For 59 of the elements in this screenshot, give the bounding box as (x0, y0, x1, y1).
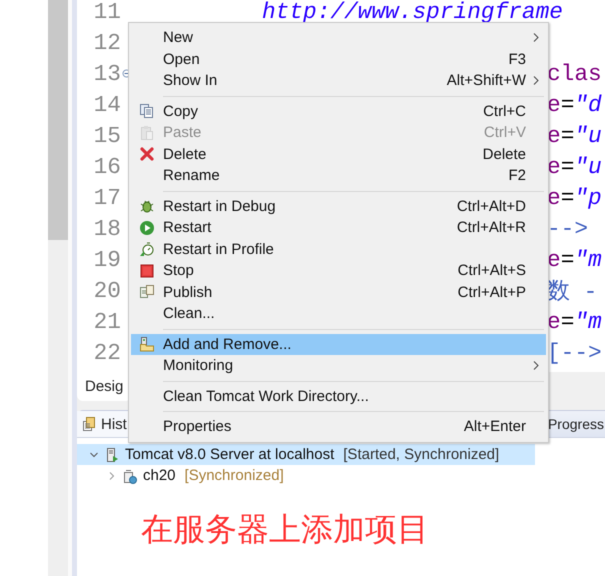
menu-item[interactable]: Restart Ctrl+Alt+R (131, 217, 546, 238)
menu-item[interactable]: Properties Alt+Enter (131, 416, 546, 438)
expand-chevron-icon[interactable] (107, 470, 117, 480)
code-text: clas (547, 60, 602, 86)
line-number: 13 (92, 60, 121, 86)
line-number: 20 (92, 278, 121, 304)
menu-item[interactable]: Restart in Debug Ctrl+Alt+D (131, 196, 546, 217)
line-number: 17 (92, 184, 121, 210)
menu-item[interactable]: Publish Ctrl+Alt+P (131, 282, 546, 303)
code-text: e="u (547, 154, 602, 180)
clipboard-icon (139, 124, 155, 141)
code-text: http://www.springframe (262, 0, 563, 24)
line-number: 16 (92, 154, 121, 180)
scrollbar[interactable] (48, 0, 68, 576)
line-number: 15 (92, 122, 121, 148)
menu-item[interactable]: Copy Ctrl+C (131, 100, 546, 122)
menu-item[interactable]: Add and Remove... (131, 334, 546, 355)
tree-item[interactable]: Tomcat v8.0 Server at localhost [Started, Synchronized] (77, 444, 535, 465)
scrollbar-thumb[interactable] (48, 0, 68, 240)
menu-item[interactable]: Stop Ctrl+Alt+S (131, 260, 546, 282)
annotation-text: 在服务器上添加项目 (141, 510, 430, 549)
line-number: 14 (92, 92, 121, 118)
collapse-chevron-icon[interactable] (89, 450, 99, 460)
menu-item[interactable]: Restart in Profile (131, 238, 546, 260)
play-icon (139, 220, 155, 236)
history-icon (81, 416, 97, 432)
server-icon (104, 446, 120, 462)
menu-item[interactable]: Delete Delete (131, 144, 546, 165)
menu-item[interactable]: Clean Tomcat Work Directory... (131, 386, 546, 407)
line-number: 21 (92, 308, 121, 334)
line-number: 19 (92, 246, 121, 272)
menu-item[interactable]: Show In Alt+Shift+W (131, 70, 546, 92)
stop-icon (139, 262, 155, 279)
view-tab[interactable]: Progress (548, 411, 605, 437)
code-text: e="p (547, 184, 602, 210)
code-text: e="d (547, 92, 602, 118)
bug-icon (139, 198, 155, 214)
menu-item[interactable]: Open F3 (131, 48, 546, 70)
code-text: 数 - (547, 279, 598, 305)
line-number: 11 (92, 0, 121, 24)
publish-icon (139, 284, 155, 300)
menu-item[interactable]: Monitoring (131, 355, 546, 376)
code-text: e="m (547, 246, 602, 272)
menu-item[interactable]: Rename F2 (131, 165, 546, 186)
line-number: 12 (92, 30, 121, 56)
line-number: 18 (92, 216, 121, 242)
stopwatch-icon (139, 241, 155, 258)
code-text: --> (547, 216, 588, 242)
menu-item[interactable]: New (131, 27, 546, 48)
copy-icon (139, 103, 155, 120)
tree-item[interactable]: ch20 [Synchronized] (77, 465, 535, 486)
module-icon (122, 468, 138, 484)
line-number: 22 (92, 340, 121, 366)
server-folder-icon (139, 336, 155, 352)
delete-icon (139, 146, 155, 162)
code-text: [--> (547, 340, 602, 366)
menu-item[interactable]: Clean... (131, 303, 546, 324)
code-text: e="m (547, 308, 602, 334)
code-text: e="u (547, 122, 602, 148)
